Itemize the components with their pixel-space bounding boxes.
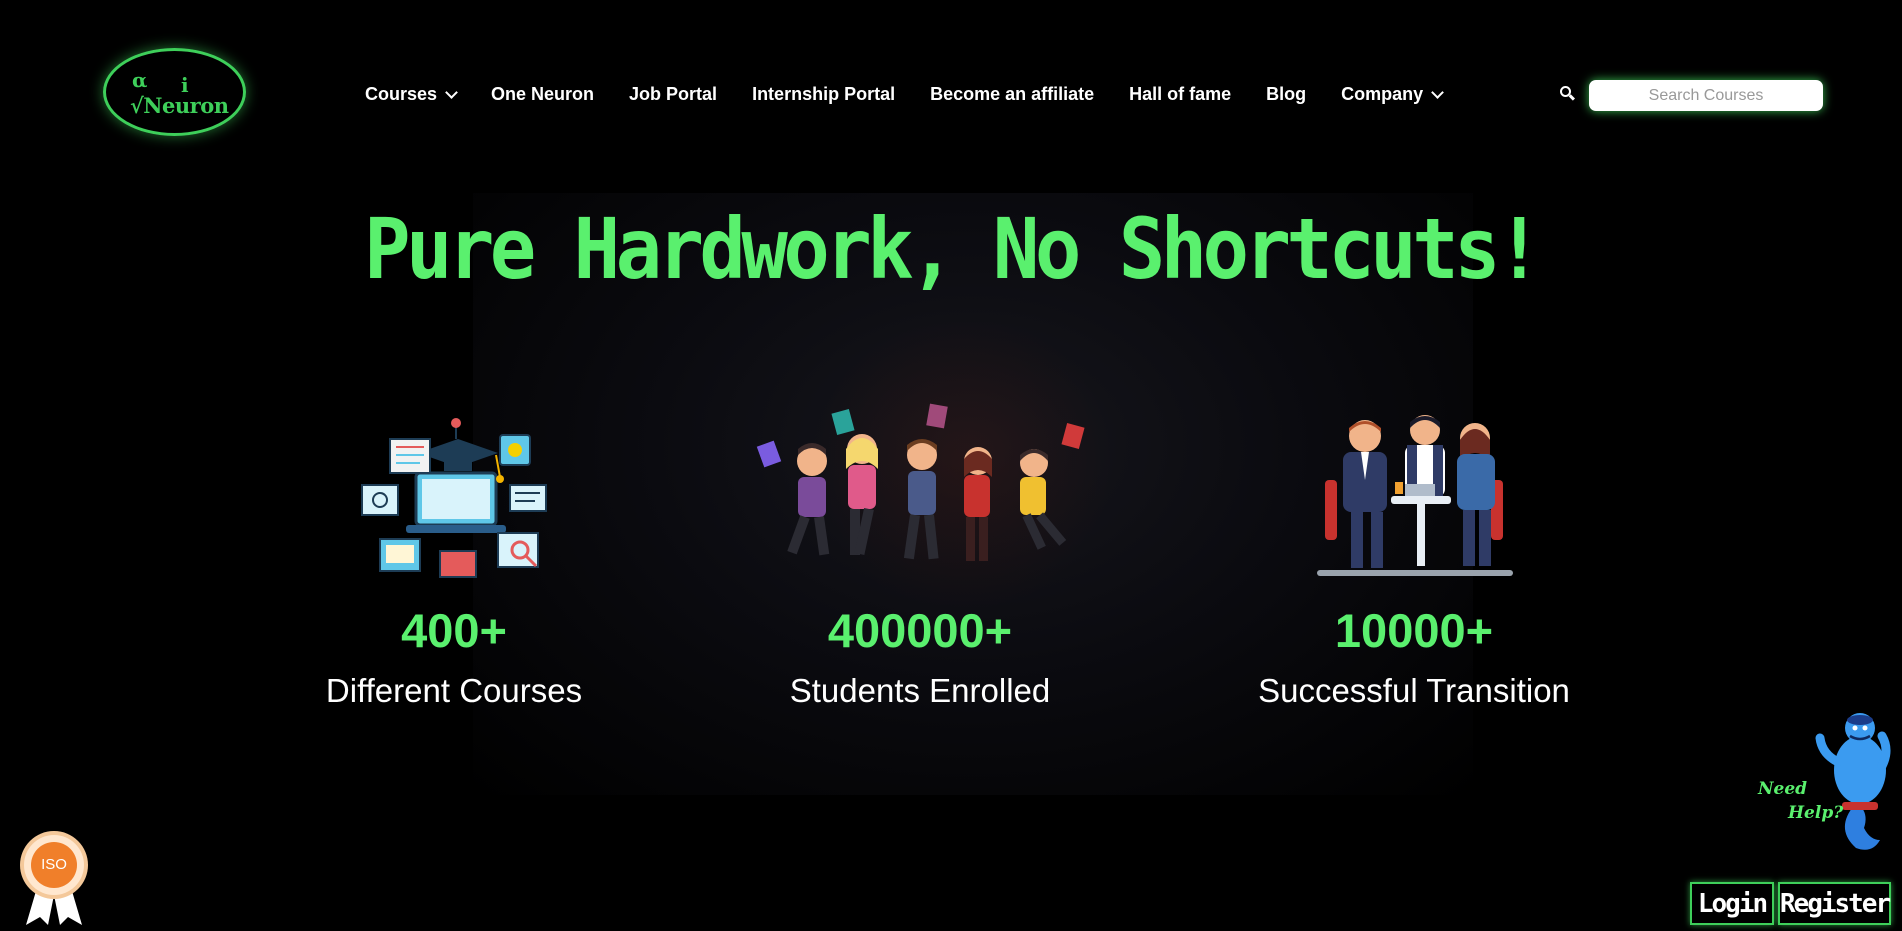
stat-courses-label: Different Courses bbox=[325, 672, 583, 709]
students-illustration bbox=[756, 403, 1085, 561]
logo-alpha: α bbox=[132, 68, 148, 92]
nav-hall-of-fame[interactable]: Hall of fame bbox=[1129, 84, 1231, 105]
main-nav: Courses One Neuron Job Portal Internship… bbox=[365, 84, 1477, 105]
courses-illustration bbox=[361, 418, 547, 578]
register-button[interactable]: Register bbox=[1778, 882, 1891, 925]
search-icon[interactable] bbox=[1560, 86, 1576, 101]
nav-company-label: Company bbox=[1341, 84, 1424, 104]
stat-transition-label: Successful Transition bbox=[1258, 672, 1570, 709]
register-label: Register bbox=[1779, 888, 1891, 919]
stat-transition: 10000+ Successful Transition bbox=[1229, 603, 1599, 710]
nav-internship-portal[interactable]: Internship Portal bbox=[752, 84, 895, 105]
search-input[interactable] bbox=[1589, 80, 1823, 111]
chevron-down-icon bbox=[445, 85, 458, 99]
nav-one-neuron-label: One Neuron bbox=[491, 84, 595, 104]
chevron-down-icon bbox=[1431, 85, 1445, 99]
nav-internship-portal-label: Internship Portal bbox=[752, 84, 896, 104]
iso-badge-icon: ISO bbox=[20, 831, 88, 925]
logo-word: √Neuron bbox=[130, 93, 229, 118]
nav-job-portal-label: Job Portal bbox=[629, 84, 718, 104]
ineuron-logo[interactable]: α i √Neuron bbox=[103, 48, 246, 136]
need-help-widget[interactable]: Need Help? bbox=[1752, 690, 1892, 855]
hero-headline: Pure Hardwork, No Shortcuts! bbox=[364, 200, 1543, 298]
nav-courses[interactable]: Courses bbox=[365, 84, 458, 105]
svg-text:ISO: ISO bbox=[41, 856, 67, 873]
help-line1: Need bbox=[1757, 779, 1807, 799]
nav-one-neuron[interactable]: One Neuron bbox=[491, 84, 594, 105]
login-label: Login bbox=[1697, 888, 1768, 919]
login-button[interactable]: Login bbox=[1690, 882, 1774, 925]
nav-blog-label: Blog bbox=[1266, 84, 1307, 104]
nav-company[interactable]: Company bbox=[1341, 84, 1445, 105]
nav-become-affiliate-label: Become an affiliate bbox=[930, 84, 1095, 104]
stat-transition-number: 10000+ bbox=[1334, 604, 1494, 657]
stat-courses: 400+ Different Courses bbox=[298, 603, 610, 710]
help-line2: Help? bbox=[1787, 803, 1844, 823]
nav-blog[interactable]: Blog bbox=[1266, 84, 1306, 105]
nav-hall-of-fame-label: Hall of fame bbox=[1129, 84, 1232, 104]
stat-students-label: Students Enrolled bbox=[789, 672, 1051, 709]
stat-students: 400000+ Students Enrolled bbox=[760, 603, 1080, 710]
stat-students-number: 400000+ bbox=[827, 604, 1013, 657]
stat-courses-number: 400+ bbox=[401, 604, 507, 657]
nav-job-portal[interactable]: Job Portal bbox=[629, 84, 717, 105]
transition-illustration bbox=[1317, 415, 1513, 576]
nav-become-affiliate[interactable]: Become an affiliate bbox=[930, 84, 1094, 105]
genie-icon: Need Help? bbox=[1757, 713, 1891, 850]
nav-courses-label: Courses bbox=[365, 84, 438, 104]
